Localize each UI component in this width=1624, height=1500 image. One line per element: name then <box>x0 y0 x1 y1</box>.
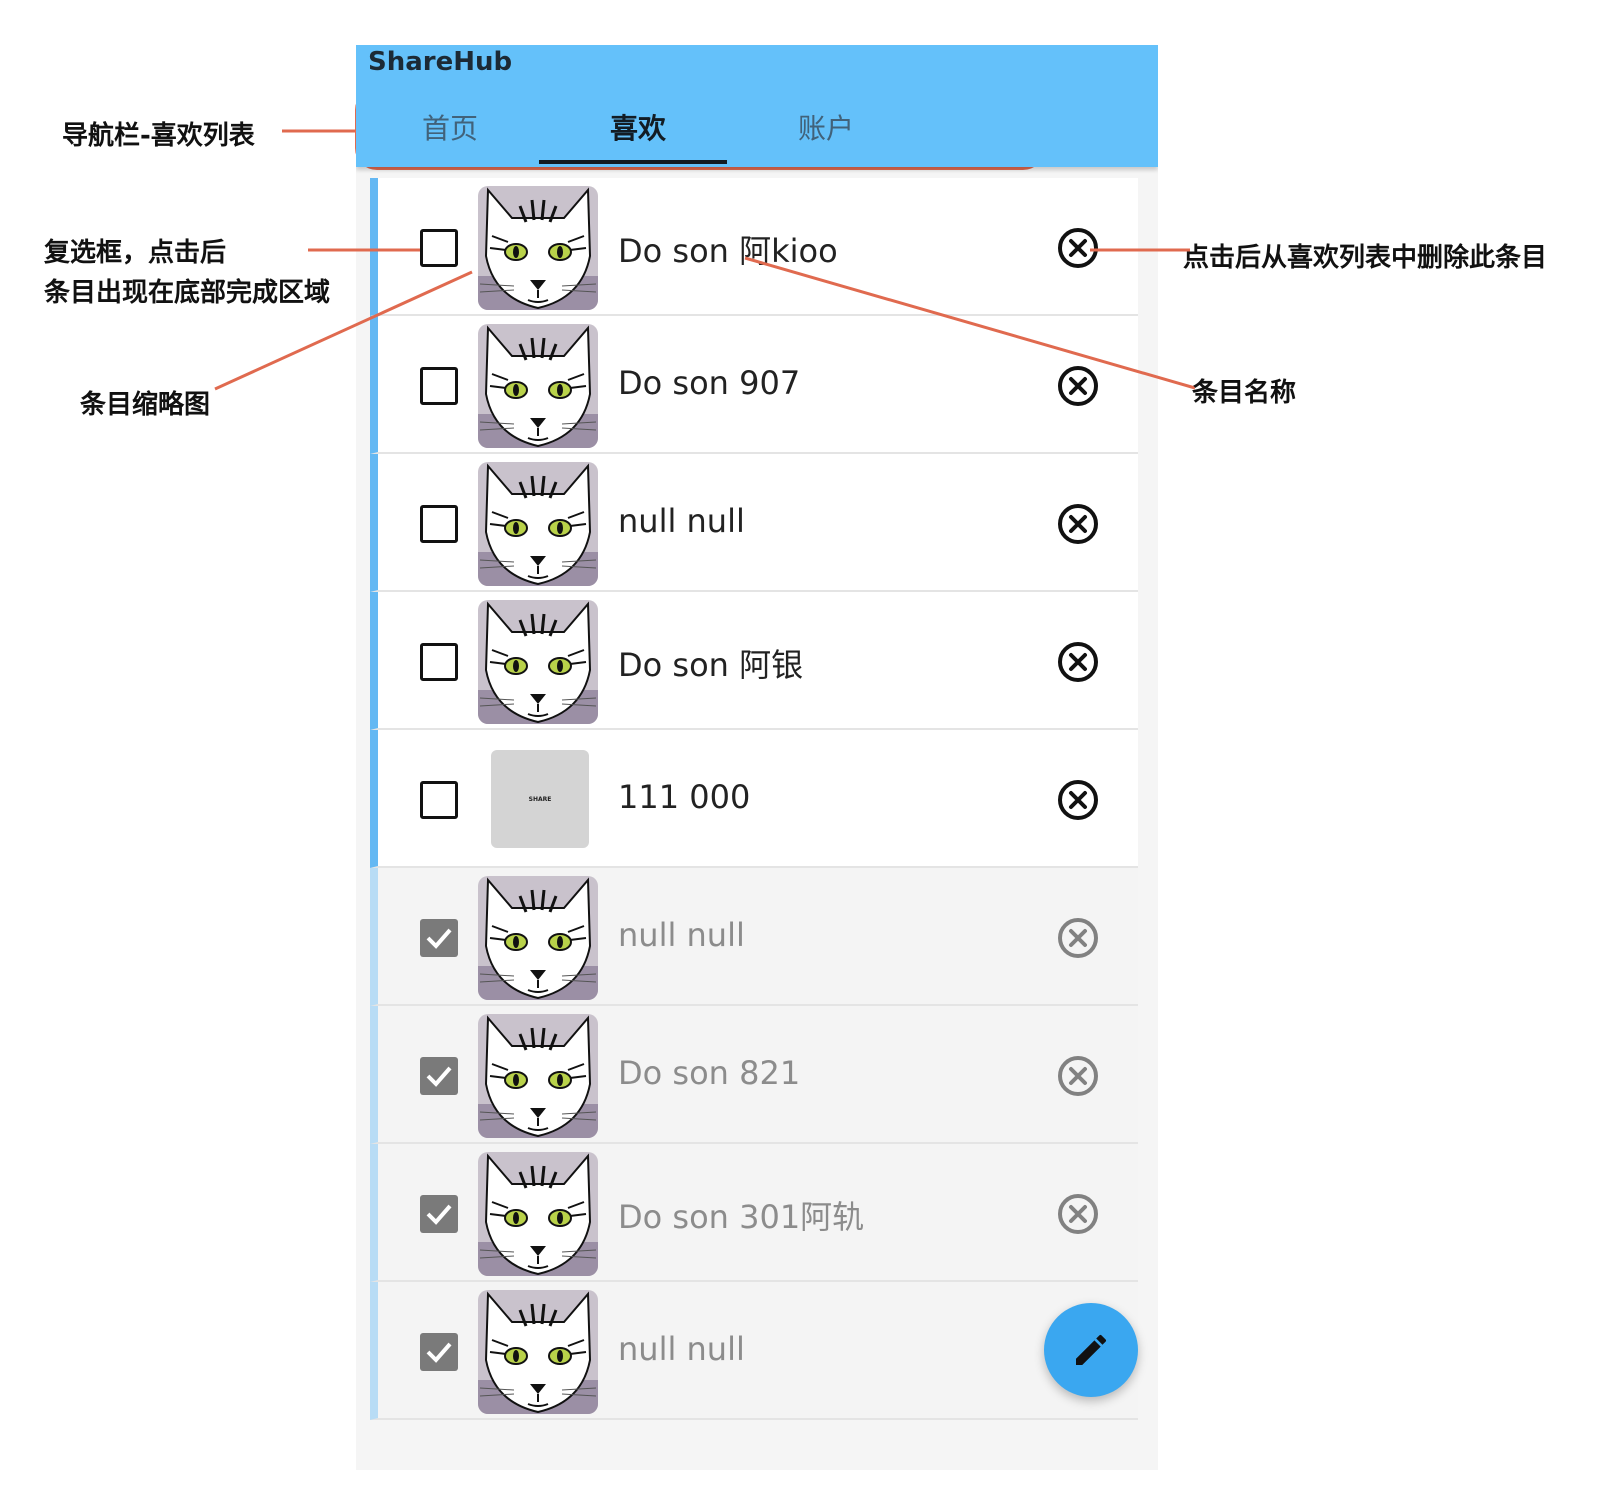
navbar-annotation: 导航栏-喜欢列表 <box>62 121 255 151</box>
list-item[interactable]: SHARE 111 000 <box>370 730 1138 868</box>
close-circle-icon <box>1058 504 1098 544</box>
cat-avatar-icon <box>478 324 598 448</box>
cat-avatar-icon <box>478 1152 598 1276</box>
checkbox-checked[interactable] <box>420 1057 458 1095</box>
close-circle-icon <box>1058 1056 1098 1096</box>
remove-button[interactable] <box>1056 1192 1100 1236</box>
close-circle-icon <box>1058 780 1098 820</box>
list-item[interactable]: null null <box>370 454 1138 592</box>
checkbox-annotation-line1: 复选框，点击后 <box>44 238 227 268</box>
close-circle-icon <box>1058 228 1098 268</box>
remove-button[interactable] <box>1056 916 1100 960</box>
item-thumbnail-cat <box>478 324 598 448</box>
favorites-list: Do son 阿kioo Do son 907 null null Do son… <box>370 178 1138 1420</box>
cat-avatar-icon <box>478 1014 598 1138</box>
thumbnail-text: SHARE <box>528 795 552 803</box>
item-name-annotation: 条目名称 <box>1192 378 1297 408</box>
remove-button[interactable] <box>1056 226 1100 270</box>
item-thumbnail-cat <box>478 876 598 1000</box>
checkbox[interactable] <box>420 781 458 819</box>
checkbox-checked[interactable] <box>420 1333 458 1371</box>
item-title: null null <box>618 1330 745 1368</box>
cat-avatar-icon <box>478 876 598 1000</box>
item-thumbnail-cat <box>478 1152 598 1276</box>
check-icon <box>426 1066 452 1087</box>
close-circle-icon <box>1058 642 1098 682</box>
close-circle-icon <box>1058 366 1098 406</box>
thumbnail-annotation: 条目缩略图 <box>80 390 211 420</box>
cat-avatar-icon <box>478 186 598 310</box>
checkbox-checked[interactable] <box>420 919 458 957</box>
tab-home[interactable]: 首页 <box>356 107 544 147</box>
item-thumbnail-cat <box>478 186 598 310</box>
remove-button[interactable] <box>1056 364 1100 408</box>
list-item[interactable]: null null <box>370 1282 1138 1420</box>
tab-indicator <box>539 160 727 164</box>
item-title: Do son 907 <box>618 364 801 402</box>
app-bar: ShareHub 首页 喜欢 账户 <box>356 45 1158 167</box>
cat-avatar-icon <box>478 462 598 586</box>
list-item[interactable]: Do son 907 <box>370 316 1138 454</box>
remove-button[interactable] <box>1056 1054 1100 1098</box>
item-title: null null <box>618 502 745 540</box>
app-title: ShareHub <box>368 47 513 77</box>
check-icon <box>426 928 452 949</box>
item-title: Do son 阿kioo <box>618 232 838 270</box>
list-item[interactable]: Do son 阿kioo <box>370 178 1138 316</box>
item-title: Do son 阿银 <box>618 646 804 684</box>
item-thumbnail-cat <box>478 462 598 586</box>
checkbox[interactable] <box>420 367 458 405</box>
checkbox-checked[interactable] <box>420 1195 458 1233</box>
cat-avatar-icon <box>478 1290 598 1414</box>
remove-button[interactable] <box>1056 502 1100 546</box>
item-title: Do son 821 <box>618 1054 801 1092</box>
close-circle-icon <box>1058 1194 1098 1234</box>
edit-fab-button[interactable] <box>1044 1303 1138 1397</box>
checkbox[interactable] <box>420 505 458 543</box>
list-item[interactable]: Do son 301阿轨 <box>370 1144 1138 1282</box>
checkbox-annotation-line2: 条目出现在底部完成区域 <box>44 278 331 308</box>
cat-avatar-icon <box>478 600 598 724</box>
tab-favorites[interactable]: 喜欢 <box>544 107 732 147</box>
item-title: Do son 301阿轨 <box>618 1198 865 1236</box>
item-thumbnail-placeholder: SHARE <box>491 750 589 848</box>
close-circle-icon <box>1058 918 1098 958</box>
list-item[interactable]: null null <box>370 868 1138 1006</box>
checkbox[interactable] <box>420 643 458 681</box>
remove-button[interactable] <box>1056 778 1100 822</box>
app-screen: ShareHub 首页 喜欢 账户 Do son 阿kioo Do son 90… <box>356 45 1158 1470</box>
item-thumbnail-cat <box>478 1014 598 1138</box>
pencil-icon <box>1076 1334 1107 1365</box>
item-title: 111 000 <box>618 778 751 816</box>
item-title: null null <box>618 916 745 954</box>
check-icon <box>426 1204 452 1225</box>
checkbox[interactable] <box>420 229 458 267</box>
remove-button[interactable] <box>1056 640 1100 684</box>
list-item[interactable]: Do son 821 <box>370 1006 1138 1144</box>
item-thumbnail-cat <box>478 1290 598 1414</box>
tab-account[interactable]: 账户 <box>732 107 920 147</box>
item-thumbnail-cat <box>478 600 598 724</box>
annotated-screenshot: ShareHub 首页 喜欢 账户 Do son 阿kioo Do son 90… <box>0 0 1624 1500</box>
list-item[interactable]: Do son 阿银 <box>370 592 1138 730</box>
check-icon <box>426 1342 452 1363</box>
delete-annotation: 点击后从喜欢列表中删除此条目 <box>1183 243 1548 273</box>
